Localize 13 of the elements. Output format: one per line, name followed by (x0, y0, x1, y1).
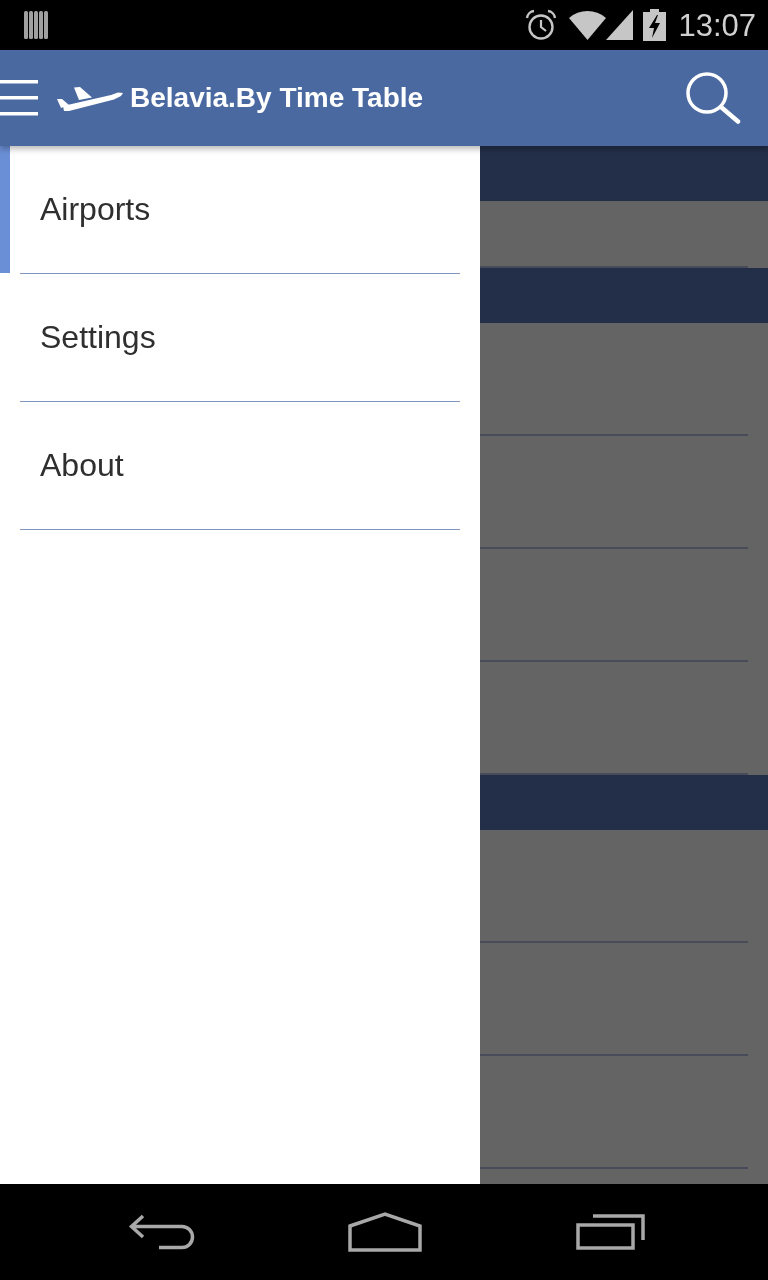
battery-charging-icon (643, 9, 667, 41)
airplane-icon (57, 84, 123, 112)
signal-icon (606, 10, 634, 40)
status-time: 13:07 (678, 9, 756, 41)
alarm-clock-icon (525, 9, 558, 41)
wifi-icon (569, 10, 607, 40)
app-title: Belavia.By Time Table (130, 82, 424, 114)
recents-icon[interactable] (576, 1214, 646, 1250)
back-icon[interactable] (128, 1214, 196, 1250)
menu-icon[interactable] (0, 79, 38, 117)
search-icon[interactable] (685, 72, 741, 124)
home-icon[interactable] (348, 1212, 422, 1252)
vertical-bars-icon (24, 11, 49, 39)
